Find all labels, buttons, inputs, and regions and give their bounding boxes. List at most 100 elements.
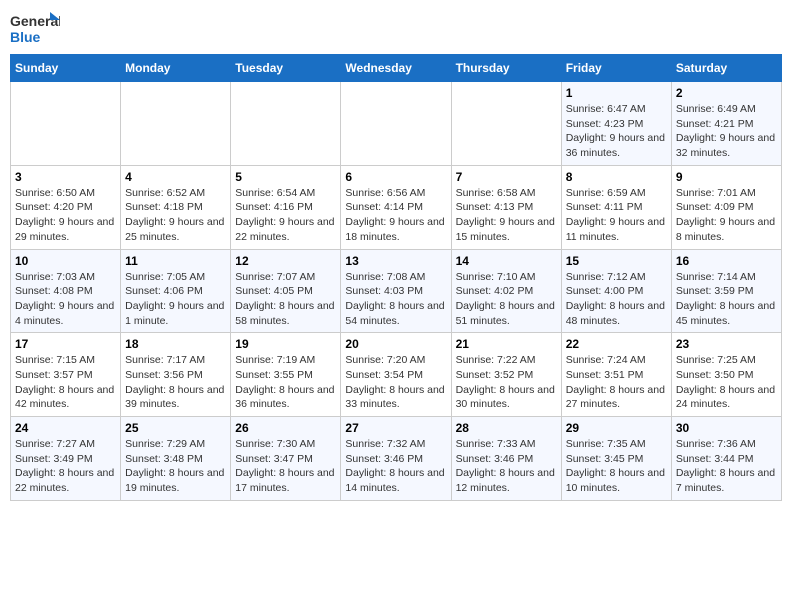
week-row-2: 10 Sunrise: 7:03 AM Sunset: 4:08 PM Dayli… [11, 249, 782, 333]
day-info: Sunrise: 7:22 AM Sunset: 3:52 PM Dayligh… [456, 353, 557, 412]
day-info: Sunrise: 7:10 AM Sunset: 4:02 PM Dayligh… [456, 270, 557, 329]
day-info: Sunrise: 7:29 AM Sunset: 3:48 PM Dayligh… [125, 437, 226, 496]
day-info: Sunrise: 6:52 AM Sunset: 4:18 PM Dayligh… [125, 186, 226, 245]
day-info: Sunrise: 7:12 AM Sunset: 4:00 PM Dayligh… [566, 270, 667, 329]
day-info: Sunrise: 7:19 AM Sunset: 3:55 PM Dayligh… [235, 353, 336, 412]
day-cell: 8 Sunrise: 6:59 AM Sunset: 4:11 PM Daylig… [561, 165, 671, 249]
day-cell: 18Sunrise: 7:17 AM Sunset: 3:56 PM Dayli… [121, 333, 231, 417]
header-saturday: Saturday [671, 55, 781, 82]
day-number: 16 [676, 254, 777, 268]
day-info: Sunrise: 7:08 AM Sunset: 4:03 PM Dayligh… [345, 270, 446, 329]
day-info: Sunrise: 7:01 AM Sunset: 4:09 PM Dayligh… [676, 186, 777, 245]
day-cell: 19 Sunrise: 7:19 AM Sunset: 3:55 PM Dayli… [231, 333, 341, 417]
week-row-1: 3Sunrise: 6:50 AM Sunset: 4:20 PM Daylig… [11, 165, 782, 249]
day-info: Sunrise: 7:35 AM Sunset: 3:45 PM Dayligh… [566, 437, 667, 496]
day-cell: 15 Sunrise: 7:12 AM Sunset: 4:00 PM Dayli… [561, 249, 671, 333]
day-cell: 11 Sunrise: 7:05 AM Sunset: 4:06 PM Dayli… [121, 249, 231, 333]
logo: GeneralBlue [10, 10, 60, 46]
day-number: 20 [345, 337, 446, 351]
day-number: 28 [456, 421, 557, 435]
day-cell: 13 Sunrise: 7:08 AM Sunset: 4:03 PM Dayli… [341, 249, 451, 333]
day-info: Sunrise: 6:58 AM Sunset: 4:13 PM Dayligh… [456, 186, 557, 245]
day-info: Sunrise: 7:32 AM Sunset: 3:46 PM Dayligh… [345, 437, 446, 496]
day-cell: 25 Sunrise: 7:29 AM Sunset: 3:48 PM Dayli… [121, 417, 231, 501]
header-friday: Friday [561, 55, 671, 82]
day-number: 30 [676, 421, 777, 435]
day-number: 21 [456, 337, 557, 351]
day-cell: 12 Sunrise: 7:07 AM Sunset: 4:05 PM Dayli… [231, 249, 341, 333]
day-info: Sunrise: 7:03 AM Sunset: 4:08 PM Dayligh… [15, 270, 116, 329]
day-info: Sunrise: 7:07 AM Sunset: 4:05 PM Dayligh… [235, 270, 336, 329]
day-cell: 30 Sunrise: 7:36 AM Sunset: 3:44 PM Dayli… [671, 417, 781, 501]
day-info: Sunrise: 7:24 AM Sunset: 3:51 PM Dayligh… [566, 353, 667, 412]
day-number: 12 [235, 254, 336, 268]
day-info: Sunrise: 7:14 AM Sunset: 3:59 PM Dayligh… [676, 270, 777, 329]
day-cell [121, 82, 231, 166]
week-row-4: 24Sunrise: 7:27 AM Sunset: 3:49 PM Dayli… [11, 417, 782, 501]
day-number: 9 [676, 170, 777, 184]
day-cell: 14 Sunrise: 7:10 AM Sunset: 4:02 PM Dayli… [451, 249, 561, 333]
header-tuesday: Tuesday [231, 55, 341, 82]
day-number: 11 [125, 254, 226, 268]
day-number: 23 [676, 337, 777, 351]
day-cell: 22 Sunrise: 7:24 AM Sunset: 3:51 PM Dayli… [561, 333, 671, 417]
day-cell: 23 Sunrise: 7:25 AM Sunset: 3:50 PM Dayli… [671, 333, 781, 417]
day-info: Sunrise: 7:30 AM Sunset: 3:47 PM Dayligh… [235, 437, 336, 496]
calendar: SundayMondayTuesdayWednesdayThursdayFrid… [10, 54, 782, 501]
day-info: Sunrise: 7:25 AM Sunset: 3:50 PM Dayligh… [676, 353, 777, 412]
day-info: Sunrise: 6:59 AM Sunset: 4:11 PM Dayligh… [566, 186, 667, 245]
day-cell [231, 82, 341, 166]
day-number: 22 [566, 337, 667, 351]
day-info: Sunrise: 7:15 AM Sunset: 3:57 PM Dayligh… [15, 353, 116, 412]
day-cell: 3Sunrise: 6:50 AM Sunset: 4:20 PM Daylig… [11, 165, 121, 249]
week-row-0: 1Sunrise: 6:47 AM Sunset: 4:23 PM Daylig… [11, 82, 782, 166]
day-number: 10 [15, 254, 116, 268]
day-number: 8 [566, 170, 667, 184]
day-number: 29 [566, 421, 667, 435]
day-cell: 5 Sunrise: 6:54 AM Sunset: 4:16 PM Daylig… [231, 165, 341, 249]
day-number: 6 [345, 170, 446, 184]
header-wednesday: Wednesday [341, 55, 451, 82]
day-number: 25 [125, 421, 226, 435]
day-number: 4 [125, 170, 226, 184]
day-cell: 9 Sunrise: 7:01 AM Sunset: 4:09 PM Daylig… [671, 165, 781, 249]
day-number: 27 [345, 421, 446, 435]
day-cell: 20 Sunrise: 7:20 AM Sunset: 3:54 PM Dayli… [341, 333, 451, 417]
header-thursday: Thursday [451, 55, 561, 82]
day-info: Sunrise: 7:33 AM Sunset: 3:46 PM Dayligh… [456, 437, 557, 496]
day-info: Sunrise: 6:54 AM Sunset: 4:16 PM Dayligh… [235, 186, 336, 245]
day-cell [451, 82, 561, 166]
day-number: 5 [235, 170, 336, 184]
day-cell: 28 Sunrise: 7:33 AM Sunset: 3:46 PM Dayli… [451, 417, 561, 501]
day-cell: 7 Sunrise: 6:58 AM Sunset: 4:13 PM Daylig… [451, 165, 561, 249]
day-number: 14 [456, 254, 557, 268]
day-number: 1 [566, 86, 667, 100]
day-cell [341, 82, 451, 166]
week-row-3: 17 Sunrise: 7:15 AM Sunset: 3:57 PM Dayli… [11, 333, 782, 417]
day-number: 15 [566, 254, 667, 268]
day-info: Sunrise: 7:20 AM Sunset: 3:54 PM Dayligh… [345, 353, 446, 412]
day-cell: 2Sunrise: 6:49 AM Sunset: 4:21 PM Daylig… [671, 82, 781, 166]
day-cell: 24Sunrise: 7:27 AM Sunset: 3:49 PM Dayli… [11, 417, 121, 501]
svg-text:Blue: Blue [10, 29, 41, 45]
day-info: Sunrise: 6:56 AM Sunset: 4:14 PM Dayligh… [345, 186, 446, 245]
day-cell: 10 Sunrise: 7:03 AM Sunset: 4:08 PM Dayli… [11, 249, 121, 333]
day-cell: 4 Sunrise: 6:52 AM Sunset: 4:18 PM Daylig… [121, 165, 231, 249]
header-sunday: Sunday [11, 55, 121, 82]
day-number: 17 [15, 337, 116, 351]
day-info: Sunrise: 7:05 AM Sunset: 4:06 PM Dayligh… [125, 270, 226, 329]
day-cell: 1Sunrise: 6:47 AM Sunset: 4:23 PM Daylig… [561, 82, 671, 166]
day-cell [11, 82, 121, 166]
day-number: 7 [456, 170, 557, 184]
day-number: 19 [235, 337, 336, 351]
day-info: Sunrise: 7:36 AM Sunset: 3:44 PM Dayligh… [676, 437, 777, 496]
header-monday: Monday [121, 55, 231, 82]
day-cell: 27 Sunrise: 7:32 AM Sunset: 3:46 PM Dayli… [341, 417, 451, 501]
day-number: 24 [15, 421, 116, 435]
day-cell: 26Sunrise: 7:30 AM Sunset: 3:47 PM Dayli… [231, 417, 341, 501]
day-info: Sunrise: 6:50 AM Sunset: 4:20 PM Dayligh… [15, 186, 116, 245]
day-cell: 21 Sunrise: 7:22 AM Sunset: 3:52 PM Dayli… [451, 333, 561, 417]
day-number: 2 [676, 86, 777, 100]
day-number: 13 [345, 254, 446, 268]
day-cell: 6 Sunrise: 6:56 AM Sunset: 4:14 PM Daylig… [341, 165, 451, 249]
